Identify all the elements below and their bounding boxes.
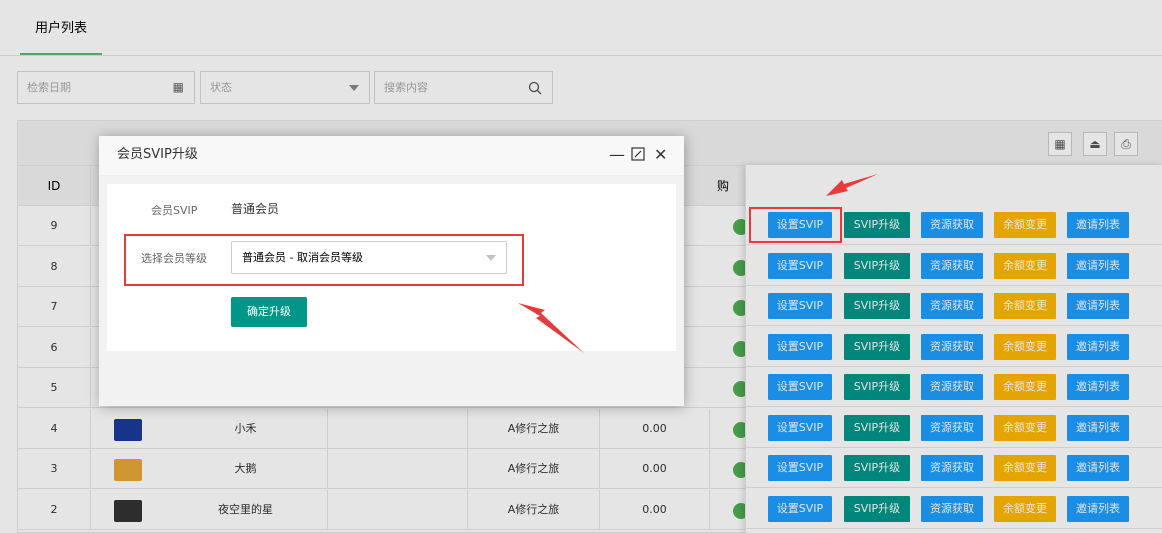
annotation-arrows — [518, 174, 878, 353]
arrow-to-set-svip — [826, 174, 878, 196]
arrow-to-select — [518, 303, 584, 353]
